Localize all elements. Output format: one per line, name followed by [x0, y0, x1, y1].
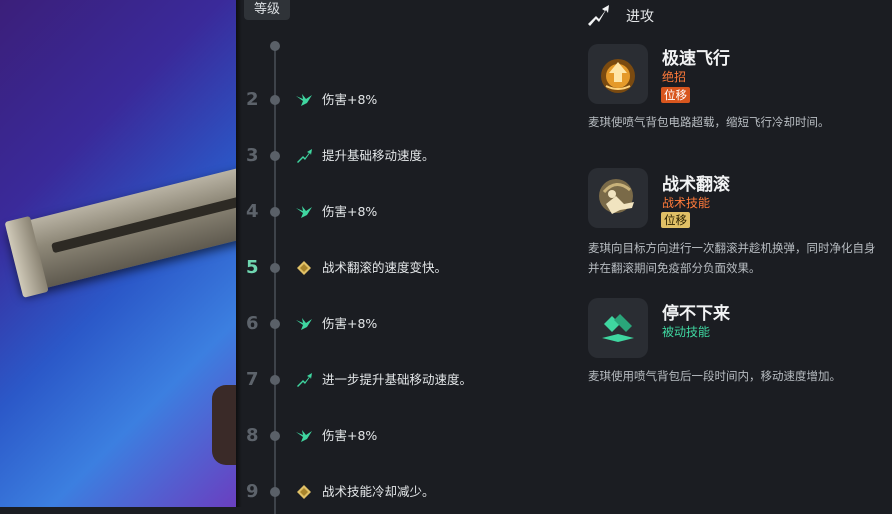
level-dot — [270, 207, 280, 217]
level-row-9: 9 战术技能冷却减少。 — [244, 480, 574, 504]
level-dot — [270, 431, 280, 441]
barrel-slot — [51, 195, 236, 254]
level-dot — [270, 487, 280, 497]
weapon-grip-image — [212, 385, 236, 465]
level-text: 进一步提升基础移动速度。 — [322, 372, 473, 387]
diamond-icon — [294, 258, 314, 278]
weapon-barrel-image — [4, 163, 236, 298]
level-text: 战术翻滚的速度变快。 — [322, 260, 448, 275]
ability-description: 麦琪向目标方向进行一次翻滚并趁机换弹，同时净化自身并在翻滚期间免疫部分负面效果。 — [588, 241, 876, 275]
level-dot — [270, 375, 280, 385]
ability-tag-badge: 位移 — [661, 212, 690, 228]
level-dot — [270, 95, 280, 105]
level-number: 5 — [246, 257, 259, 278]
level-number: 7 — [246, 369, 259, 390]
panel-shadow — [236, 0, 242, 507]
level-number: 3 — [246, 145, 259, 166]
ability-tag-badge: 位移 — [661, 87, 690, 103]
level-row-2: 2 伤害+8% — [244, 88, 574, 112]
level-text: 战术技能冷却减少。 — [322, 484, 435, 499]
wing-icon — [294, 90, 314, 110]
wing-icon — [294, 426, 314, 446]
level-row-4: 4 伤害+8% — [244, 200, 574, 224]
level-number: 4 — [246, 201, 259, 222]
arrow-up-icon — [294, 370, 314, 390]
level-text: 提升基础移动速度。 — [322, 148, 435, 163]
ability-description: 麦琪使用喷气背包后一段时间内，移动速度增加。 — [588, 369, 841, 383]
ability-type: 战术技能 — [662, 196, 711, 210]
arrow-up-icon — [294, 146, 314, 166]
level-dot — [270, 263, 280, 273]
diamond-icon — [294, 482, 314, 502]
level-row-7: 7 进一步提升基础移动速度。 — [244, 368, 574, 392]
level-text: 伤害+8% — [322, 316, 378, 331]
ability-description: 麦琪使喷气背包电路超载，缩短飞行冷却时间。 — [588, 115, 830, 129]
level-row-5: 5 战术翻滚的速度变快。 — [244, 256, 574, 280]
ultimate-ability-icon[interactable] — [588, 44, 648, 104]
ability-name: 战术翻滚 — [662, 175, 730, 195]
level-text: 伤害+8% — [322, 204, 378, 219]
level-text: 伤害+8% — [322, 92, 378, 107]
level-number: 8 — [246, 425, 259, 446]
level-row-3: 3 提升基础移动速度。 — [244, 144, 574, 168]
level-number: 9 — [246, 481, 259, 502]
barrel-cap — [4, 215, 49, 298]
ability-name: 停不下来 — [662, 304, 730, 324]
character-art — [0, 0, 236, 507]
ability-type: 绝招 — [662, 70, 687, 84]
level-text: 伤害+8% — [322, 428, 378, 443]
level-number: 2 — [246, 89, 259, 110]
attack-header-label: 进攻 — [626, 9, 654, 25]
attack-arrow-icon — [586, 4, 610, 30]
passive-ability-icon[interactable] — [588, 298, 648, 358]
level-number: 6 — [246, 313, 259, 334]
ability-name: 极速飞行 — [662, 49, 730, 69]
level-row-6: 6 伤害+8% — [244, 312, 574, 336]
level-dot — [270, 151, 280, 161]
level-dot — [270, 319, 280, 329]
ability-type: 被动技能 — [662, 325, 711, 339]
wing-icon — [294, 202, 314, 222]
level-header: 等级 — [244, 0, 290, 20]
wing-icon — [294, 314, 314, 334]
level-row-8: 8 伤害+8% — [244, 424, 574, 448]
tactical-ability-icon[interactable] — [588, 168, 648, 228]
timeline-start-dot — [270, 41, 280, 51]
